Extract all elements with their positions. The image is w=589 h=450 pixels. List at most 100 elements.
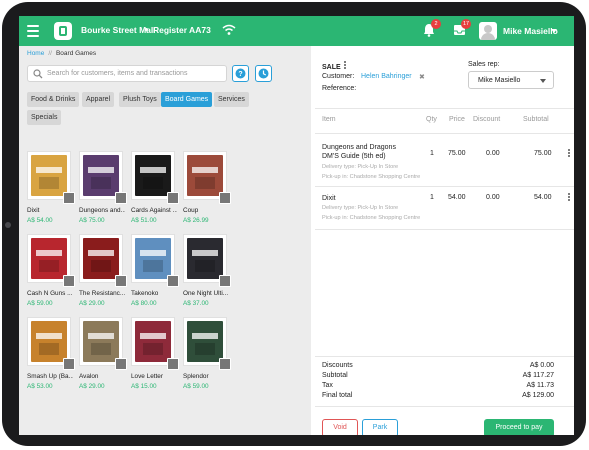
expand-icon[interactable] (219, 192, 231, 204)
line-item-discount[interactable]: 0.00 (486, 150, 500, 157)
app-logo (54, 22, 72, 40)
expand-icon[interactable] (63, 192, 75, 204)
product-name: Takenoko (131, 290, 159, 297)
expand-icon[interactable] (115, 275, 127, 287)
product-card[interactable]: Takenoko A$ 80.00 (131, 234, 181, 307)
product-image[interactable] (79, 317, 127, 370)
messages-button[interactable]: 17 (453, 19, 471, 39)
product-card[interactable]: Splendor A$ 59.00 (183, 317, 233, 390)
category-board-games[interactable]: Board Games (161, 92, 213, 107)
product-box-art (135, 238, 171, 279)
expand-icon[interactable] (167, 192, 179, 204)
product-price: A$ 59.00 (27, 300, 53, 307)
product-price: A$ 54.00 (27, 217, 53, 224)
product-image[interactable] (131, 151, 179, 204)
park-button[interactable]: Park (362, 419, 398, 435)
product-image[interactable] (131, 317, 179, 370)
expand-icon[interactable] (63, 358, 75, 370)
sales-rep-value: Mike Masiello (478, 77, 521, 84)
product-card[interactable]: Avalon A$ 29.00 (79, 317, 129, 390)
product-card[interactable]: Smash Up (Ba... A$ 53.00 (27, 317, 77, 390)
product-box-art (187, 321, 223, 362)
sale-panel: SALE Customer: Helen Bahringer ✖ Referen… (315, 46, 574, 435)
product-card[interactable]: One Night Ulti... A$ 37.00 (183, 234, 233, 307)
expand-icon[interactable] (219, 358, 231, 370)
more-icon[interactable] (343, 61, 346, 70)
product-name: Avalon (79, 373, 99, 380)
expand-icon[interactable] (115, 358, 127, 370)
product-image[interactable] (27, 234, 75, 287)
sale-title-text: SALE (322, 64, 341, 71)
separator (145, 28, 148, 31)
product-card[interactable]: Dungeons and... A$ 75.00 (79, 151, 129, 224)
expand-icon[interactable] (167, 358, 179, 370)
product-card[interactable]: Cards Against ... A$ 51.00 (131, 151, 181, 224)
notifications-button[interactable]: 2 (423, 19, 441, 39)
subtotal-label: Subtotal (322, 372, 348, 379)
product-card[interactable]: Love Letter A$ 15.00 (131, 317, 181, 390)
product-image[interactable] (27, 317, 75, 370)
breadcrumb-home[interactable]: Home (27, 50, 44, 57)
breadcrumb-current: Board Games (55, 50, 97, 57)
product-card[interactable]: Dixit A$ 54.00 (27, 151, 77, 224)
line-item-price[interactable]: 54.00 (448, 194, 466, 201)
expand-icon[interactable] (219, 275, 231, 287)
breadcrumb: Home //Board Games (27, 50, 96, 57)
help-button[interactable]: ? (232, 65, 249, 82)
product-image[interactable] (79, 234, 127, 287)
wifi-icon (222, 24, 236, 35)
chevron-down-icon[interactable] (551, 29, 557, 33)
notifications-badge: 2 (431, 19, 441, 29)
col-item: Item (322, 116, 336, 123)
sales-rep-select[interactable]: Mike Masiello (468, 71, 554, 89)
user-name[interactable]: Mike Masiello (503, 26, 558, 36)
expand-icon[interactable] (115, 192, 127, 204)
product-price: A$ 29.00 (79, 383, 105, 390)
breadcrumb-separator: // (48, 50, 52, 57)
avatar[interactable] (479, 22, 497, 40)
line-item-qty[interactable]: 1 (430, 150, 434, 157)
line-item-name: Dixit (322, 195, 336, 202)
expand-icon[interactable] (63, 275, 75, 287)
line-item-row[interactable]: Dixit Delivery type: Pick-Up In Store Pi… (315, 187, 574, 230)
category-food-drinks[interactable]: Food & Drinks (27, 92, 80, 107)
category-services[interactable]: Services (214, 92, 249, 107)
line-item-menu-icon[interactable] (568, 149, 570, 158)
line-item-qty[interactable]: 1 (430, 194, 434, 201)
register-name[interactable]: Register AA73 (153, 25, 211, 35)
product-price: A$ 80.00 (131, 300, 157, 307)
line-item-price[interactable]: 75.00 (448, 150, 466, 157)
product-image[interactable] (183, 317, 231, 370)
product-card[interactable]: Coup A$ 26.99 (183, 151, 233, 224)
line-item-row[interactable]: Dungeons and Dragons DM'S Guide (5th ed)… (315, 133, 574, 187)
proceed-to-pay-button[interactable]: Proceed to pay (484, 419, 554, 435)
remove-customer-icon[interactable]: ✖ (419, 73, 425, 81)
clock-icon (258, 68, 269, 79)
category-plush-toys[interactable]: Plush Toys (119, 92, 161, 107)
void-button[interactable]: Void (322, 419, 358, 435)
col-subtotal: Subtotal (523, 116, 549, 123)
product-name: One Night Ulti... (183, 290, 229, 297)
product-image[interactable] (183, 151, 231, 204)
expand-icon[interactable] (167, 275, 179, 287)
category-specials[interactable]: Specials (27, 110, 62, 125)
search-input[interactable]: Search for customers, items and transact… (27, 65, 227, 82)
col-qty: Qty (426, 116, 437, 123)
product-card[interactable]: Cash N Guns ... A$ 59.00 (27, 234, 77, 307)
product-image[interactable] (27, 151, 75, 204)
product-name: Cash N Guns ... (27, 290, 73, 297)
customer-name[interactable]: Helen Bahringer (361, 73, 412, 80)
product-image[interactable] (183, 234, 231, 287)
history-button[interactable] (255, 65, 272, 82)
product-box-art (31, 321, 67, 362)
product-image[interactable] (131, 234, 179, 287)
product-box-art (187, 155, 223, 196)
line-item-menu-icon[interactable] (568, 193, 570, 202)
product-card[interactable]: The Resistanc... A$ 29.00 (79, 234, 129, 307)
customer-label: Customer: (322, 73, 355, 80)
category-apparel[interactable]: Apparel (82, 92, 115, 107)
menu-icon[interactable] (27, 25, 39, 37)
search-placeholder: Search for customers, items and transact… (47, 70, 188, 77)
product-image[interactable] (79, 151, 127, 204)
line-item-discount[interactable]: 0.00 (486, 194, 500, 201)
